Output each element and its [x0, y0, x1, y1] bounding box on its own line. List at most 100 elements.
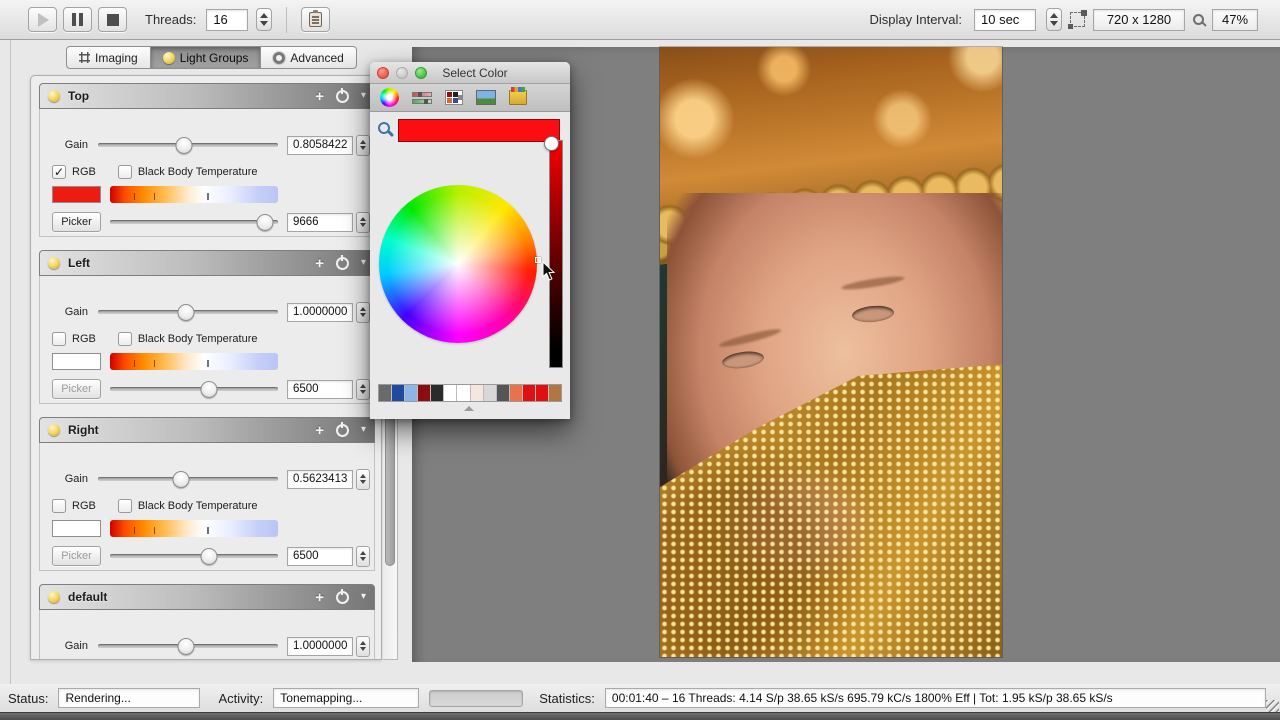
rgb-checkbox[interactable]: ✓ [52, 165, 66, 179]
swatch-cell[interactable] [379, 385, 392, 401]
swatch-cell[interactable] [471, 385, 484, 401]
chevron-down-icon[interactable]: ▾ [361, 258, 366, 268]
zoom-magnifier-icon[interactable] [1193, 14, 1204, 25]
bbt-checkbox[interactable] [118, 499, 132, 513]
temperature-slider[interactable] [110, 547, 278, 565]
gain-slider[interactable] [98, 303, 278, 321]
tab-advanced[interactable]: Advanced [261, 46, 356, 69]
power-icon[interactable] [336, 591, 349, 604]
gain-slider[interactable] [98, 470, 278, 488]
blackbody-gradient[interactable] [110, 186, 278, 203]
picker-button[interactable]: Picker [52, 212, 101, 232]
temperature-slider[interactable] [110, 213, 278, 231]
swatch-cell[interactable] [418, 385, 431, 401]
add-icon[interactable]: + [315, 423, 324, 438]
slider-thumb[interactable] [201, 548, 218, 565]
color-picker-loupe-icon[interactable] [378, 122, 390, 134]
slider-thumb[interactable] [178, 638, 195, 655]
dialog-resize-dimple[interactable] [464, 406, 474, 411]
color-swatch[interactable] [52, 186, 101, 203]
copy-button[interactable] [301, 7, 330, 32]
image-palette-tab-icon[interactable] [476, 90, 496, 105]
power-icon[interactable] [336, 257, 349, 270]
display-interval-stepper[interactable] [1046, 8, 1062, 31]
temperature-value-field[interactable]: 6500 [287, 380, 353, 399]
color-wheel-tab-icon[interactable] [380, 88, 399, 107]
bbt-checkbox[interactable] [118, 165, 132, 179]
swatch-cell[interactable] [523, 385, 536, 401]
minimize-icon[interactable] [396, 67, 408, 79]
play-button[interactable] [28, 7, 57, 32]
blackbody-gradient[interactable] [110, 520, 278, 537]
color-sliders-tab-icon[interactable] [412, 90, 432, 106]
pause-button[interactable] [63, 7, 92, 32]
dialog-titlebar[interactable]: Select Color [370, 62, 570, 84]
close-icon[interactable] [377, 67, 389, 79]
picker-button[interactable]: Picker [52, 546, 101, 566]
gain-value-field[interactable]: 1.0000000 [287, 637, 353, 656]
swatch-cell[interactable] [497, 385, 510, 401]
blackbody-gradient[interactable] [110, 353, 278, 370]
gain-slider[interactable] [98, 136, 278, 154]
temperature-value-field[interactable]: 9666 [287, 213, 353, 232]
zoom-level-display[interactable]: 47% [1212, 9, 1258, 31]
threads-stepper[interactable] [256, 8, 272, 31]
brightness-slider[interactable] [549, 140, 563, 368]
swatch-cell[interactable] [431, 385, 444, 401]
add-icon[interactable]: + [315, 256, 324, 271]
temperature-value-field[interactable]: 6500 [287, 547, 353, 566]
chevron-down-icon[interactable]: ▾ [361, 425, 366, 435]
temperature-stepper[interactable] [356, 379, 370, 400]
color-swatch[interactable] [52, 520, 101, 537]
tab-light-groups[interactable]: Light Groups [151, 46, 262, 69]
color-wheel-marker[interactable] [535, 257, 541, 263]
bbt-checkbox[interactable] [118, 332, 132, 346]
swatch-cell[interactable] [392, 385, 405, 401]
swatch-cell[interactable] [484, 385, 497, 401]
gain-stepper[interactable] [356, 469, 370, 490]
group-header[interactable]: default + ▾ [39, 584, 375, 610]
slider-thumb[interactable] [178, 304, 195, 321]
power-icon[interactable] [336, 424, 349, 437]
gain-value-field[interactable]: 1.0000000 [287, 303, 353, 322]
slider-thumb[interactable] [201, 381, 218, 398]
slider-thumb[interactable] [256, 214, 273, 231]
color-wheel[interactable] [379, 185, 537, 343]
resolution-display[interactable]: 720 x 1280 [1093, 9, 1185, 31]
swatch-cell[interactable] [510, 385, 523, 401]
temperature-slider[interactable] [110, 380, 278, 398]
gain-stepper[interactable] [356, 302, 370, 323]
add-icon[interactable]: + [315, 89, 324, 104]
swatch-cell[interactable] [549, 385, 561, 401]
panel-splitter[interactable] [10, 40, 11, 684]
gain-stepper[interactable] [356, 135, 370, 156]
rgb-checkbox[interactable] [52, 332, 66, 346]
swatch-cell[interactable] [536, 385, 549, 401]
gain-stepper[interactable] [356, 636, 370, 657]
brightness-slider-thumb[interactable] [544, 136, 559, 151]
maximize-icon[interactable] [415, 67, 427, 79]
slider-thumb[interactable] [172, 471, 189, 488]
group-header[interactable]: Left + ▾ [39, 250, 375, 276]
picker-button[interactable]: Picker [52, 379, 101, 399]
gain-value-field[interactable]: 0.8058422 [287, 136, 353, 155]
stop-button[interactable] [98, 7, 127, 32]
display-interval-input[interactable]: 10 sec [974, 9, 1036, 31]
temperature-stepper[interactable] [356, 212, 370, 233]
tab-imaging[interactable]: Imaging [66, 46, 151, 69]
power-icon[interactable] [336, 90, 349, 103]
group-header[interactable]: Right + ▾ [39, 417, 375, 443]
selection-region-icon[interactable] [1070, 12, 1085, 27]
swatch-cell[interactable] [405, 385, 418, 401]
chevron-down-icon[interactable]: ▾ [361, 592, 366, 602]
threads-input[interactable]: 16 [206, 9, 248, 31]
rgb-checkbox[interactable] [52, 499, 66, 513]
slider-thumb[interactable] [176, 137, 193, 154]
add-icon[interactable]: + [315, 590, 324, 605]
swatch-cell[interactable] [457, 385, 470, 401]
gain-value-field[interactable]: 0.5623413 [287, 470, 353, 489]
chevron-down-icon[interactable]: ▾ [361, 91, 366, 101]
temperature-stepper[interactable] [356, 546, 370, 567]
swatch-cell[interactable] [444, 385, 457, 401]
group-header[interactable]: Top + ▾ [39, 83, 375, 109]
